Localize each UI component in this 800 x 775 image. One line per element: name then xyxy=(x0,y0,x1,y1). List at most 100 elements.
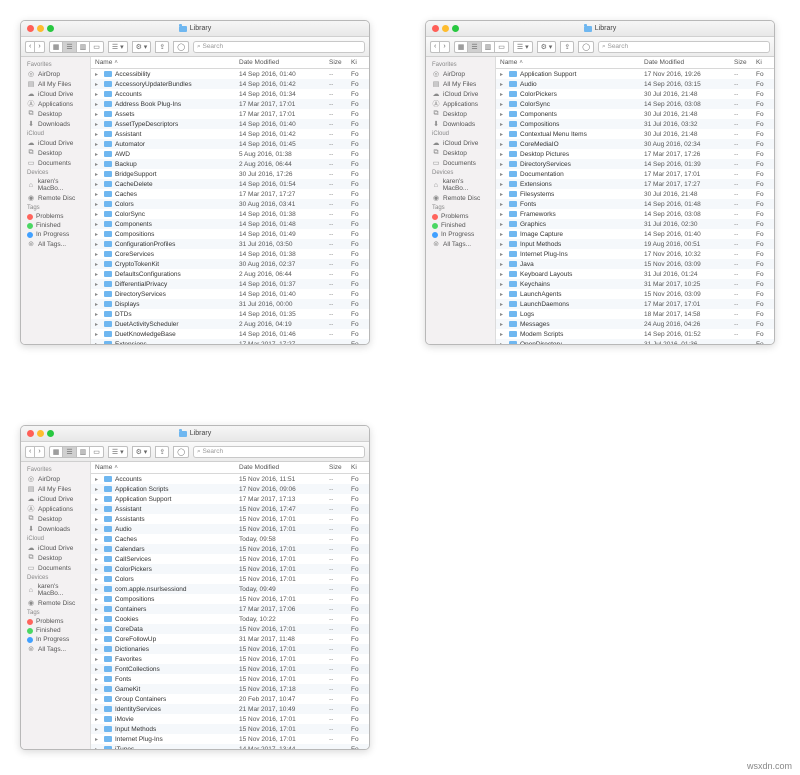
sidebar-item-icloud-drive[interactable]: ☁iCloud Drive xyxy=(426,138,495,148)
disclosure-triangle-icon[interactable]: ▸ xyxy=(95,291,101,298)
forward-button[interactable]: › xyxy=(439,41,449,53)
disclosure-triangle-icon[interactable]: ▸ xyxy=(95,111,101,118)
table-row[interactable]: ▸iMovie 15 Nov 2016, 17:01 -- Fo xyxy=(91,714,369,724)
sidebar-item-in-progress[interactable]: In Progress xyxy=(21,635,90,644)
disclosure-triangle-icon[interactable]: ▸ xyxy=(95,496,101,503)
sidebar-item-in-progress[interactable]: In Progress xyxy=(21,230,90,239)
disclosure-triangle-icon[interactable]: ▸ xyxy=(500,201,506,208)
disclosure-triangle-icon[interactable]: ▸ xyxy=(500,251,506,258)
sidebar-item-downloads[interactable]: ⬇Downloads xyxy=(21,524,90,534)
disclosure-triangle-icon[interactable]: ▸ xyxy=(500,141,506,148)
table-row[interactable]: ▸CoreData 15 Nov 2016, 17:01 -- Fo xyxy=(91,624,369,634)
disclosure-triangle-icon[interactable]: ▸ xyxy=(500,331,506,338)
disclosure-triangle-icon[interactable]: ▸ xyxy=(500,291,506,298)
sidebar-item-problems[interactable]: Problems xyxy=(21,617,90,626)
disclosure-triangle-icon[interactable]: ▸ xyxy=(95,71,101,78)
table-row[interactable]: ▸Extensions 17 Mar 2017, 17:27 -- Fo xyxy=(496,179,774,189)
table-row[interactable]: ▸DefaultsConfigurations 2 Aug 2016, 06:4… xyxy=(91,269,369,279)
table-row[interactable]: ▸Keychains 31 Mar 2017, 10:25 -- Fo xyxy=(496,279,774,289)
table-row[interactable]: ▸Compositions 14 Sep 2016, 01:49 -- Fo xyxy=(91,229,369,239)
disclosure-triangle-icon[interactable]: ▸ xyxy=(95,536,101,543)
disclosure-triangle-icon[interactable]: ▸ xyxy=(500,341,506,345)
back-button[interactable]: ‹ xyxy=(25,446,34,458)
table-row[interactable]: ▸Logs 18 Mar 2017, 14:58 -- Fo xyxy=(496,309,774,319)
disclosure-triangle-icon[interactable]: ▸ xyxy=(95,576,101,583)
table-row[interactable]: ▸Favorites 15 Nov 2016, 17:01 -- Fo xyxy=(91,654,369,664)
table-row[interactable]: ▸DirectoryServices 14 Sep 2016, 01:39 --… xyxy=(496,159,774,169)
table-row[interactable]: ▸CryptoTokenKit 30 Aug 2016, 02:37 -- Fo xyxy=(91,259,369,269)
disclosure-triangle-icon[interactable]: ▸ xyxy=(95,121,101,128)
disclosure-triangle-icon[interactable]: ▸ xyxy=(95,341,101,345)
disclosure-triangle-icon[interactable]: ▸ xyxy=(500,221,506,228)
column-view-button[interactable]: ▥ xyxy=(76,41,90,53)
disclosure-triangle-icon[interactable]: ▸ xyxy=(500,321,506,328)
table-row[interactable]: ▸Extensions 17 Mar 2017, 17:27 -- Fo xyxy=(91,339,369,344)
table-row[interactable]: ▸Displays 31 Jul 2016, 00:00 -- Fo xyxy=(91,299,369,309)
sidebar-item-karen-s-macbo-[interactable]: ⌂karen's MacBo... xyxy=(21,582,90,598)
table-row[interactable]: ▸DuetKnowledgeBase 14 Sep 2016, 01:46 --… xyxy=(91,329,369,339)
table-row[interactable]: ▸Compositions 15 Nov 2016, 17:01 -- Fo xyxy=(91,594,369,604)
table-row[interactable]: ▸com.apple.nsurlsessiond Today, 09:49 --… xyxy=(91,584,369,594)
table-row[interactable]: ▸FontCollections 15 Nov 2016, 17:01 -- F… xyxy=(91,664,369,674)
disclosure-triangle-icon[interactable]: ▸ xyxy=(95,221,101,228)
sidebar-item-desktop[interactable]: ⧉Desktop xyxy=(21,109,90,119)
sidebar-item-all-tags-[interactable]: ⊚All Tags... xyxy=(21,644,90,654)
coverflow-view-button[interactable]: ▭ xyxy=(89,446,104,458)
table-row[interactable]: ▸DirectoryServices 14 Sep 2016, 01:40 --… xyxy=(91,289,369,299)
table-row[interactable]: ▸OpenDirectory 31 Jul 2016, 01:36 -- Fo xyxy=(496,339,774,344)
sidebar-item-all-my-files[interactable]: ▤All My Files xyxy=(426,79,495,89)
disclosure-triangle-icon[interactable]: ▸ xyxy=(500,111,506,118)
table-row[interactable]: ▸IdentityServices 21 Mar 2017, 10:49 -- … xyxy=(91,704,369,714)
disclosure-triangle-icon[interactable]: ▸ xyxy=(95,646,101,653)
table-row[interactable]: ▸Address Book Plug-Ins 17 Mar 2017, 17:0… xyxy=(91,99,369,109)
table-row[interactable]: ▸AccessoryUpdaterBundles 14 Sep 2016, 01… xyxy=(91,79,369,89)
table-row[interactable]: ▸ConfigurationProfiles 31 Jul 2016, 03:5… xyxy=(91,239,369,249)
disclosure-triangle-icon[interactable]: ▸ xyxy=(95,201,101,208)
arrange-button[interactable]: ☰ ▾ xyxy=(108,41,128,53)
disclosure-triangle-icon[interactable]: ▸ xyxy=(95,626,101,633)
sidebar-item-all-tags-[interactable]: ⊚All Tags... xyxy=(426,239,495,249)
table-row[interactable]: ▸CoreFollowUp 31 Mar 2017, 11:48 -- Fo xyxy=(91,634,369,644)
table-row[interactable]: ▸Filesystems 30 Jul 2016, 21:48 -- Fo xyxy=(496,189,774,199)
disclosure-triangle-icon[interactable]: ▸ xyxy=(95,676,101,683)
disclosure-triangle-icon[interactable]: ▸ xyxy=(500,301,506,308)
disclosure-triangle-icon[interactable]: ▸ xyxy=(95,506,101,513)
table-row[interactable]: ▸Audio 14 Sep 2016, 03:15 -- Fo xyxy=(496,79,774,89)
table-row[interactable]: ▸Assistant 15 Nov 2016, 17:47 -- Fo xyxy=(91,504,369,514)
disclosure-triangle-icon[interactable]: ▸ xyxy=(95,526,101,533)
disclosure-triangle-icon[interactable]: ▸ xyxy=(95,281,101,288)
table-row[interactable]: ▸Internet Plug-Ins 15 Nov 2016, 17:01 --… xyxy=(91,734,369,744)
table-row[interactable]: ▸Audio 15 Nov 2016, 17:01 -- Fo xyxy=(91,524,369,534)
disclosure-triangle-icon[interactable]: ▸ xyxy=(500,231,506,238)
icon-view-button[interactable]: ▦ xyxy=(49,41,63,53)
disclosure-triangle-icon[interactable]: ▸ xyxy=(500,271,506,278)
col-date[interactable]: Date Modified xyxy=(644,59,734,66)
sidebar-item-applications[interactable]: ⒶApplications xyxy=(21,504,90,514)
disclosure-triangle-icon[interactable]: ▸ xyxy=(95,566,101,573)
table-row[interactable]: ▸Fonts 15 Nov 2016, 17:01 -- Fo xyxy=(91,674,369,684)
icon-view-button[interactable]: ▦ xyxy=(454,41,468,53)
col-kind[interactable]: Ki xyxy=(756,59,774,66)
column-view-button[interactable]: ▥ xyxy=(76,446,90,458)
col-size[interactable]: Size xyxy=(329,464,351,471)
table-row[interactable]: ▸Application Support 17 Mar 2017, 17:13 … xyxy=(91,494,369,504)
col-kind[interactable]: Ki xyxy=(351,464,369,471)
table-row[interactable]: ▸Application Scripts 17 Nov 2016, 09:06 … xyxy=(91,484,369,494)
table-row[interactable]: ▸Components 14 Sep 2016, 01:48 -- Fo xyxy=(91,219,369,229)
sidebar-item-documents[interactable]: ▭Documents xyxy=(21,158,90,168)
disclosure-triangle-icon[interactable]: ▸ xyxy=(95,81,101,88)
disclosure-triangle-icon[interactable]: ▸ xyxy=(95,251,101,258)
table-row[interactable]: ▸Java 15 Nov 2016, 03:09 -- Fo xyxy=(496,259,774,269)
disclosure-triangle-icon[interactable]: ▸ xyxy=(95,171,101,178)
disclosure-triangle-icon[interactable]: ▸ xyxy=(95,666,101,673)
icon-view-button[interactable]: ▦ xyxy=(49,446,63,458)
disclosure-triangle-icon[interactable]: ▸ xyxy=(95,606,101,613)
col-name[interactable]: Name ˄ xyxy=(496,59,644,66)
table-row[interactable]: ▸Accounts 15 Nov 2016, 11:51 -- Fo xyxy=(91,474,369,484)
disclosure-triangle-icon[interactable]: ▸ xyxy=(500,241,506,248)
sidebar-item-documents[interactable]: ▭Documents xyxy=(21,563,90,573)
disclosure-triangle-icon[interactable]: ▸ xyxy=(95,181,101,188)
disclosure-triangle-icon[interactable]: ▸ xyxy=(95,271,101,278)
disclosure-triangle-icon[interactable]: ▸ xyxy=(500,171,506,178)
coverflow-view-button[interactable]: ▭ xyxy=(89,41,104,53)
